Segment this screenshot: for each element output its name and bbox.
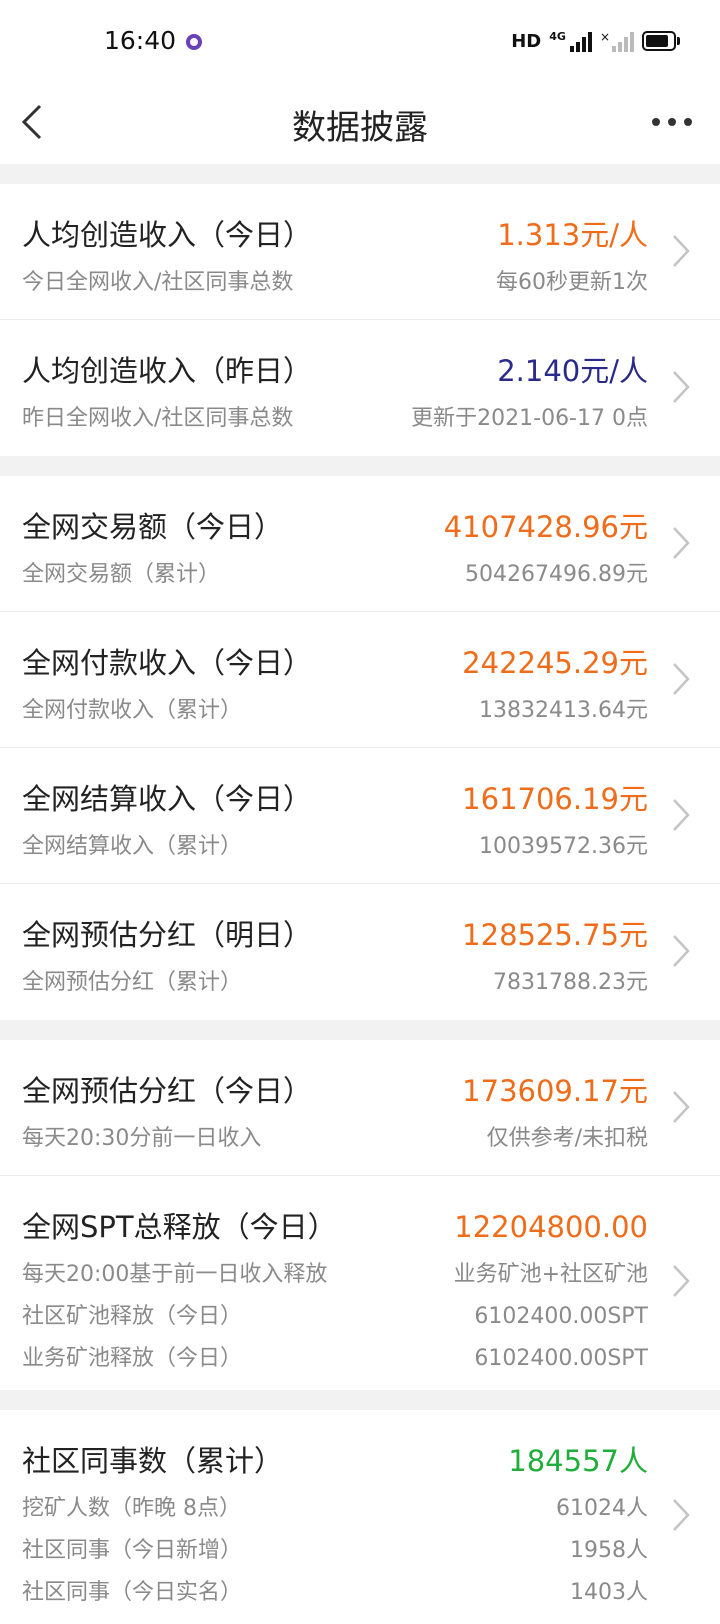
row-extra-value: 6102400.00SPT	[474, 1304, 648, 1329]
row-payment-income[interactable]: 全网付款收入（今日） 242245.29元 全网付款收入（累计） 1383241…	[0, 612, 720, 748]
row-subtitle: 全网预估分红（累计）	[22, 970, 243, 995]
more-dot-icon	[684, 118, 692, 126]
signal-icon	[569, 30, 592, 52]
nav-bar: 数据披露	[0, 88, 720, 164]
row-extra-label: 社区矿池释放（今日）	[22, 1304, 243, 1329]
row-per-capita-today[interactable]: 人均创造收入（今日） 1.313元/人 今日全网收入/社区同事总数 每60秒更新…	[0, 184, 720, 320]
chevron-right-icon	[670, 932, 692, 970]
row-title: 人均创造收入（昨日）	[22, 354, 313, 388]
row-subtitle: 每天20:00基于前一日收入释放	[22, 1262, 328, 1287]
row-value: 4107428.96元	[443, 510, 648, 544]
group-network-totals: 全网交易额（今日） 4107428.96元 全网交易额（累计） 50426749…	[0, 476, 720, 1020]
group-dividend-release: 全网预估分红（今日） 173609.17元 每天20:30分前一日收入 仅供参考…	[0, 1040, 720, 1390]
row-title: 全网结算收入（今日）	[22, 782, 313, 816]
chevron-right-icon	[670, 796, 692, 834]
row-extra-value: 1403人	[570, 1580, 648, 1605]
row-subtitle: 全网结算收入（累计）	[22, 834, 243, 859]
row-title: 全网SPT总释放（今日）	[22, 1210, 337, 1244]
row-value: 2.140元/人	[497, 354, 648, 388]
row-subvalue: 504267496.89元	[465, 562, 648, 587]
row-value: 242245.29元	[462, 646, 648, 680]
row-title: 全网付款收入（今日）	[22, 646, 313, 680]
more-dot-icon	[668, 118, 676, 126]
hd-label: HD	[511, 30, 542, 52]
row-dividend-today[interactable]: 全网预估分红（今日） 173609.17元 每天20:30分前一日收入 仅供参考…	[0, 1040, 720, 1176]
row-spt-release[interactable]: 全网SPT总释放（今日） 12204800.00 每天20:00基于前一日收入释…	[0, 1176, 720, 1390]
row-title: 社区同事数（累计）	[22, 1444, 284, 1478]
chevron-right-icon	[670, 524, 692, 562]
chevron-right-icon	[670, 368, 692, 406]
row-extra-label: 社区同事（今日新增）	[22, 1538, 243, 1563]
no-signal-icon: ×	[599, 30, 610, 44]
row-per-capita-yesterday[interactable]: 人均创造收入（昨日） 2.140元/人 昨日全网收入/社区同事总数 更新于202…	[0, 320, 720, 456]
signal-weak-icon	[612, 30, 634, 52]
status-bar: 16:40 HD 4G ×	[0, 0, 720, 88]
row-value: 1.313元/人	[497, 218, 648, 252]
chevron-right-icon	[670, 232, 692, 270]
chevron-right-icon	[670, 1496, 692, 1534]
row-subtitle: 挖矿人数（昨晚 8点）	[22, 1496, 241, 1521]
chevron-right-icon	[670, 1262, 692, 1300]
row-subtitle: 昨日全网收入/社区同事总数	[22, 406, 294, 431]
network-type: 4G	[549, 30, 566, 43]
row-title: 全网交易额（今日）	[22, 510, 284, 544]
row-community-members[interactable]: 社区同事数（累计） 184557人 挖矿人数（昨晚 8点） 61024人 社区同…	[0, 1410, 720, 1624]
notification-icon	[186, 34, 202, 50]
battery-icon	[642, 31, 680, 51]
row-dividend-tomorrow[interactable]: 全网预估分红（明日） 128525.75元 全网预估分红（累计） 7831788…	[0, 884, 720, 1020]
row-extra-label: 业务矿池释放（今日）	[22, 1346, 243, 1371]
row-subvalue: 仅供参考/未扣税	[486, 1126, 648, 1151]
chevron-right-icon	[670, 1088, 692, 1126]
status-indicators: HD 4G ×	[511, 30, 680, 52]
row-subvalue: 61024人	[556, 1496, 648, 1521]
row-subvalue: 更新于2021-06-17 0点	[411, 406, 648, 431]
row-value: 128525.75元	[462, 918, 648, 952]
row-subvalue: 每60秒更新1次	[496, 270, 648, 295]
row-subtitle: 今日全网收入/社区同事总数	[22, 270, 294, 295]
more-button[interactable]	[652, 116, 692, 128]
row-extra-value: 6102400.00SPT	[474, 1346, 648, 1371]
row-extra-value: 1958人	[570, 1538, 648, 1563]
row-subvalue: 13832413.64元	[479, 698, 648, 723]
row-subtitle: 全网交易额（累计）	[22, 562, 221, 587]
row-subvalue: 7831788.23元	[493, 970, 648, 995]
row-subvalue: 业务矿池+社区矿池	[453, 1262, 648, 1287]
row-subvalue: 10039572.36元	[479, 834, 648, 859]
row-trade-volume[interactable]: 全网交易额（今日） 4107428.96元 全网交易额（累计） 50426749…	[0, 476, 720, 612]
status-time: 16:40	[104, 26, 177, 55]
row-extra-label: 社区同事（今日实名）	[22, 1580, 243, 1605]
page-title: 数据披露	[292, 108, 428, 148]
row-settlement-income[interactable]: 全网结算收入（今日） 161706.19元 全网结算收入（累计） 1003957…	[0, 748, 720, 884]
row-title: 全网预估分红（今日）	[22, 1074, 313, 1108]
row-value: 161706.19元	[462, 782, 648, 816]
group-community: 社区同事数（累计） 184557人 挖矿人数（昨晚 8点） 61024人 社区同…	[0, 1410, 720, 1624]
row-value: 184557人	[508, 1444, 648, 1478]
row-title: 人均创造收入（今日）	[22, 218, 313, 252]
row-value: 12204800.00	[454, 1210, 648, 1244]
chevron-right-icon	[670, 660, 692, 698]
row-title: 全网预估分红（明日）	[22, 918, 313, 952]
row-value: 173609.17元	[462, 1074, 648, 1108]
group-per-capita: 人均创造收入（今日） 1.313元/人 今日全网收入/社区同事总数 每60秒更新…	[0, 184, 720, 456]
more-dot-icon	[652, 118, 660, 126]
row-subtitle: 全网付款收入（累计）	[22, 698, 243, 723]
row-subtitle: 每天20:30分前一日收入	[22, 1126, 262, 1151]
